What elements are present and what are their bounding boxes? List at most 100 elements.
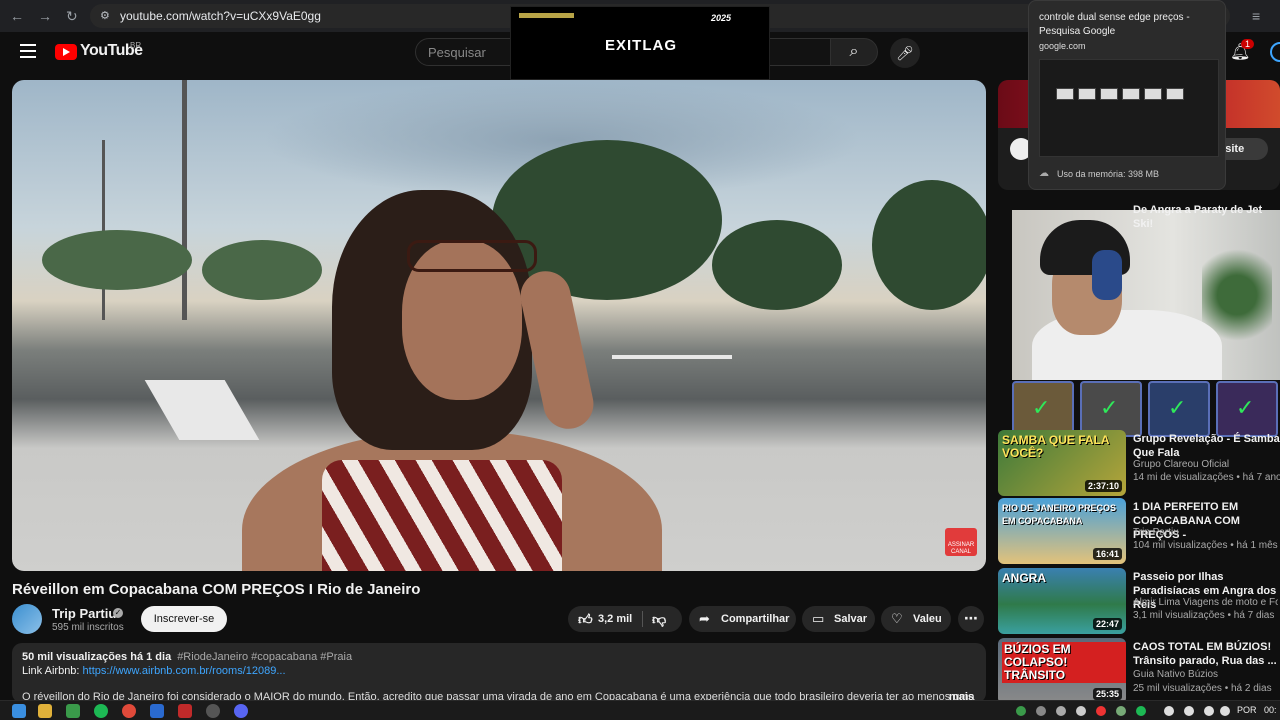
like-icon[interactable]: 👍︎ xyxy=(578,606,593,632)
exitlag-brand: EXITLAG xyxy=(604,37,677,54)
scene-palms xyxy=(42,230,192,290)
like-count[interactable]: 3,2 mil xyxy=(598,606,632,632)
save-button[interactable]: ▭ Salvar xyxy=(802,606,875,632)
search-icon: ⌕ xyxy=(849,43,859,60)
url-text: youtube.com/watch?v=uCXx9VaE0gg xyxy=(120,9,321,23)
forward-icon[interactable]: → xyxy=(38,8,52,24)
recommendation-title[interactable]: CAOS TOTAL EM BÚZIOS! Trânsito parado, R… xyxy=(1133,640,1280,668)
recommendation-item[interactable]: RIO DE JANEIRO PREÇOS EM COPACABANA 16:4… xyxy=(998,498,1280,566)
mic-tray-icon[interactable] xyxy=(1164,706,1174,716)
windows-taskbar: POR 00: xyxy=(0,700,1280,720)
video-player[interactable]: ASSINAR CANAL xyxy=(12,80,986,571)
recommendation-channel[interactable]: Almir Lima Viagens de moto e Fotog xyxy=(1133,597,1278,608)
app-icon[interactable] xyxy=(206,704,220,718)
check-icon: ✓ xyxy=(1168,395,1187,420)
recommendation-item[interactable]: ANGRA 22:47 Passeio por Ilhas Paradisíac… xyxy=(998,568,1280,636)
subscriber-count: 595 mil inscritos xyxy=(52,622,124,633)
share-label: Compartilhar xyxy=(721,613,790,625)
recommendation-thumbnail[interactable]: BÚZIOS EM COLAPSO! TRÂNSITO 25:35 xyxy=(998,638,1126,704)
recommendation-item[interactable]: SAMBA QUE FALA VOCÊ? 2:37:10 Grupo Revel… xyxy=(998,430,1280,498)
thumb-item xyxy=(1166,88,1184,100)
more-actions-button[interactable]: ⋯ xyxy=(958,606,984,632)
memory-icon: ☁ xyxy=(1039,168,1049,179)
thumb-item xyxy=(1056,88,1074,100)
tray-icon[interactable] xyxy=(1116,706,1126,716)
recommendation-views: 25 mil visualizações • há 2 dias xyxy=(1133,683,1272,694)
scene-glasses xyxy=(407,240,537,272)
account-avatar[interactable] xyxy=(1270,42,1280,62)
volume-icon[interactable] xyxy=(1204,706,1214,716)
channel-name[interactable]: Trip Partiu xyxy=(52,606,116,621)
recommendation-thumbnail[interactable]: RIO DE JANEIRO PREÇOS EM COPACABANA 16:4… xyxy=(998,498,1126,564)
tray-icon[interactable] xyxy=(1076,706,1086,716)
discord-icon[interactable] xyxy=(234,704,248,718)
xbox-icon[interactable] xyxy=(66,704,80,718)
app-icon[interactable] xyxy=(178,704,192,718)
recommendation-thumbnail[interactable]: SAMBA QUE FALA VOCÊ? 2:37:10 xyxy=(998,430,1126,496)
app-icon[interactable] xyxy=(150,704,164,718)
reading-list-icon[interactable]: ≡ xyxy=(1252,8,1260,24)
recommendation-channel[interactable]: Grupo Clareou Oficial xyxy=(1133,459,1229,470)
menu-icon[interactable] xyxy=(20,44,36,62)
like-dislike-group: 👍︎ 3,2 mil 👎︎ xyxy=(568,606,682,632)
thumbnail-text: SAMBA QUE FALA VOCÊ? xyxy=(1002,433,1110,460)
webcam-overlay xyxy=(1012,210,1280,380)
dislike-icon[interactable]: 👎︎ xyxy=(652,606,666,632)
recommendation-channel[interactable]: Trip Partiu xyxy=(1133,527,1179,538)
hashtags[interactable]: #RiodeJaneiro #copacabana #Praia xyxy=(177,651,352,663)
spotify-icon[interactable] xyxy=(94,704,108,718)
recommendation-views: 104 mil visualizações • há 1 mês xyxy=(1133,540,1278,551)
check-icon: ✓ xyxy=(1236,395,1255,420)
description-meta: 50 mil visualizações há 1 dia #RiodeJanei… xyxy=(22,651,352,663)
thumb-item xyxy=(1144,88,1162,100)
achievement-tile: ✓ xyxy=(1216,381,1278,437)
back-icon[interactable]: ← xyxy=(10,8,24,24)
recommendation-views: 3,1 mil visualizações • há 7 dias xyxy=(1133,610,1275,621)
channel-avatar[interactable] xyxy=(12,604,42,634)
verified-check-icon: ✓ xyxy=(113,608,123,618)
battery-icon[interactable] xyxy=(1220,706,1230,716)
tray-icon[interactable] xyxy=(1036,706,1046,716)
recommendation-channel[interactable]: Guia Nativo Búzios xyxy=(1133,669,1218,680)
language-indicator[interactable]: POR xyxy=(1237,705,1257,715)
youtube-logo-icon[interactable] xyxy=(55,44,77,60)
recommendation-views: 14 mi de visualizações • há 7 anos xyxy=(1133,472,1280,483)
subscribe-watermark[interactable]: ASSINAR CANAL xyxy=(945,528,977,556)
windows-start-icon[interactable] xyxy=(12,704,26,718)
recommendation-title[interactable]: De Angra a Paraty de Jet Ski! xyxy=(1133,203,1280,231)
scene-tree xyxy=(712,220,842,310)
recommendation-item[interactable]: De Angra a Paraty de Jet Ski! xyxy=(998,203,1280,230)
overlay-tag: 2025 xyxy=(711,13,732,23)
headphones-icon xyxy=(1092,250,1122,300)
check-icon: ✓ xyxy=(1032,395,1051,420)
clock[interactable]: 00: xyxy=(1264,705,1277,715)
recommendation-thumbnail[interactable]: ANGRA 22:47 xyxy=(998,568,1126,634)
scene-tree xyxy=(872,180,986,310)
search-button[interactable]: ⌕ xyxy=(830,38,878,66)
notification-badge: 1 xyxy=(1241,39,1255,49)
tray-icon[interactable] xyxy=(1016,706,1026,716)
file-explorer-icon[interactable] xyxy=(38,704,52,718)
tray-icon[interactable] xyxy=(1056,706,1066,716)
airbnb-link[interactable]: https://www.airbnb.com.br/rooms/12089... xyxy=(83,665,286,677)
subscribe-button[interactable]: Inscrever-se xyxy=(141,606,227,632)
description-box[interactable]: 50 mil visualizações há 1 dia #RiodeJanei… xyxy=(12,643,986,703)
achievement-tile: ✓ xyxy=(1012,381,1074,437)
thumbnail-text: ANGRA xyxy=(1002,571,1046,585)
recommendation-item[interactable]: BÚZIOS EM COLAPSO! TRÂNSITO 25:35 CAOS T… xyxy=(998,638,1280,706)
share-button[interactable]: ➦ Compartilhar xyxy=(689,606,796,632)
network-icon[interactable] xyxy=(1184,706,1194,716)
reload-icon[interactable]: ↻ xyxy=(66,8,78,25)
check-icon: ✓ xyxy=(1100,395,1119,420)
tray-icon[interactable] xyxy=(1096,706,1106,716)
thumb-item xyxy=(1122,88,1140,100)
bookmark-icon: ▭ xyxy=(812,611,825,626)
chrome-icon[interactable] xyxy=(122,704,136,718)
popup-memory: Uso da memória: 398 MB xyxy=(1057,169,1160,179)
recommendation-title[interactable]: Grupo Revelação - É Samba Que Fala xyxy=(1133,432,1280,460)
voice-search-button[interactable]: 🎤︎ xyxy=(890,38,920,68)
thanks-button[interactable]: ♡ Valeu xyxy=(881,606,951,632)
site-settings-icon[interactable]: ⚙ xyxy=(100,9,110,22)
tray-icon[interactable] xyxy=(1136,706,1146,716)
link-label: Link Airbnb: xyxy=(22,665,80,677)
